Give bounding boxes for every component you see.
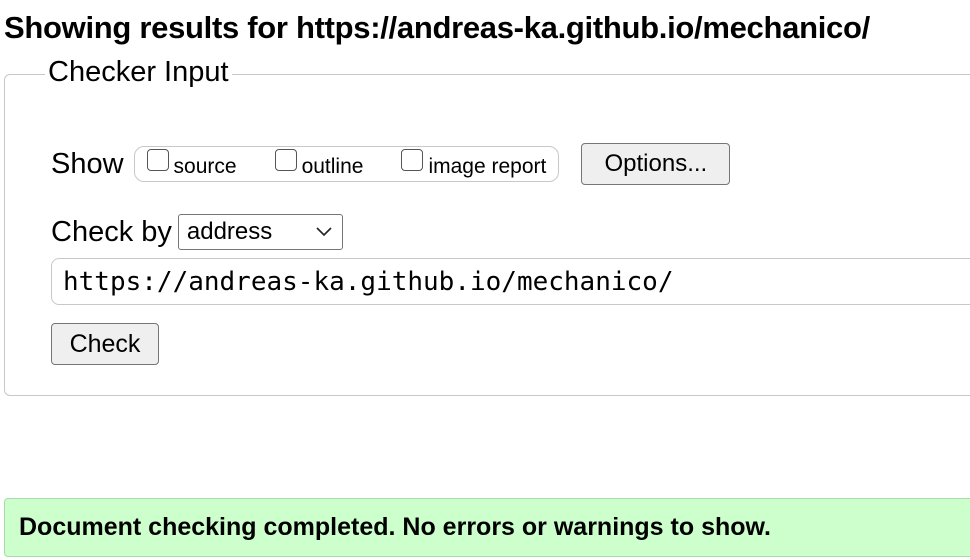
show-options-group: source outline image report bbox=[133, 146, 560, 182]
source-checkbox[interactable] bbox=[146, 149, 169, 171]
results-heading: Showing results for https://andreas-ka.g… bbox=[4, 10, 870, 45]
status-banner: Document checking completed. No errors o… bbox=[4, 498, 970, 557]
check-by-label: Check by bbox=[51, 215, 172, 248]
options-button[interactable]: Options... bbox=[581, 143, 731, 185]
image-report-checkbox[interactable] bbox=[401, 149, 424, 171]
page: Showing results for https://andreas-ka.g… bbox=[0, 0, 970, 560]
image-report-option[interactable]: image report bbox=[401, 149, 547, 178]
url-input-value: https://andreas-ka.github.io/mechanico/ bbox=[63, 266, 674, 297]
source-option-label: source bbox=[173, 155, 237, 178]
chevron-down-icon bbox=[316, 227, 332, 237]
check-by-row: Check by address bbox=[51, 212, 343, 252]
url-input[interactable]: https://andreas-ka.github.io/mechanico/ bbox=[51, 258, 970, 305]
checker-input-legend: Checker Input bbox=[45, 56, 232, 89]
outline-checkbox[interactable] bbox=[274, 149, 297, 171]
show-row: Show source outline image report Options… bbox=[51, 143, 731, 185]
check-by-selected-value: address bbox=[186, 218, 273, 245]
outline-option-label: outline bbox=[301, 155, 364, 178]
source-option[interactable]: source bbox=[146, 149, 237, 178]
check-by-select[interactable]: address bbox=[177, 214, 343, 250]
image-report-option-label: image report bbox=[428, 155, 547, 178]
show-label: Show bbox=[51, 147, 124, 180]
check-button[interactable]: Check bbox=[51, 323, 159, 365]
outline-option[interactable]: outline bbox=[274, 149, 364, 178]
status-message: Document checking completed. No errors o… bbox=[19, 513, 771, 541]
